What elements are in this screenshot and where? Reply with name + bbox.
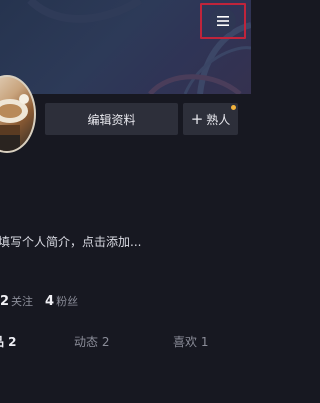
fans-label: 粉丝: [56, 295, 79, 308]
notification-dot: [231, 105, 236, 110]
edit-profile-button[interactable]: 编辑资料: [45, 103, 178, 135]
following-label: 关注: [11, 295, 34, 308]
avatar[interactable]: [0, 75, 36, 153]
hamburger-menu-icon: [210, 8, 236, 34]
following-stat[interactable]: 2 关注: [0, 290, 33, 309]
edit-profile-label: 编辑资料: [87, 112, 136, 127]
fans-count: 4: [45, 294, 55, 309]
menu-button[interactable]: [200, 3, 246, 39]
tab-works[interactable]: 品 2: [0, 333, 17, 350]
profile-screen: 编辑资料 + 熟人 填写个人简介，点击添加... 2关注 4粉丝 品 2 动态 …: [0, 0, 251, 403]
bio-placeholder[interactable]: 填写个人简介，点击添加...: [0, 233, 141, 250]
tab-likes[interactable]: 喜欢 1: [173, 333, 208, 350]
following-count: 2: [0, 294, 10, 309]
fans-stat[interactable]: 4 粉丝: [45, 290, 78, 309]
profile-header-banner: [0, 0, 251, 94]
profile-photo: [0, 94, 29, 151]
add-friend-button[interactable]: + 熟人: [183, 103, 238, 135]
plus-icon: +: [190, 109, 204, 128]
profile-stats: 2 关注 4 粉丝: [0, 290, 78, 309]
content-tabs: 品 2 动态 2 喜欢 1: [0, 333, 251, 355]
add-friend-label: 熟人: [206, 112, 231, 127]
tab-dynamic[interactable]: 动态 2: [74, 333, 109, 350]
